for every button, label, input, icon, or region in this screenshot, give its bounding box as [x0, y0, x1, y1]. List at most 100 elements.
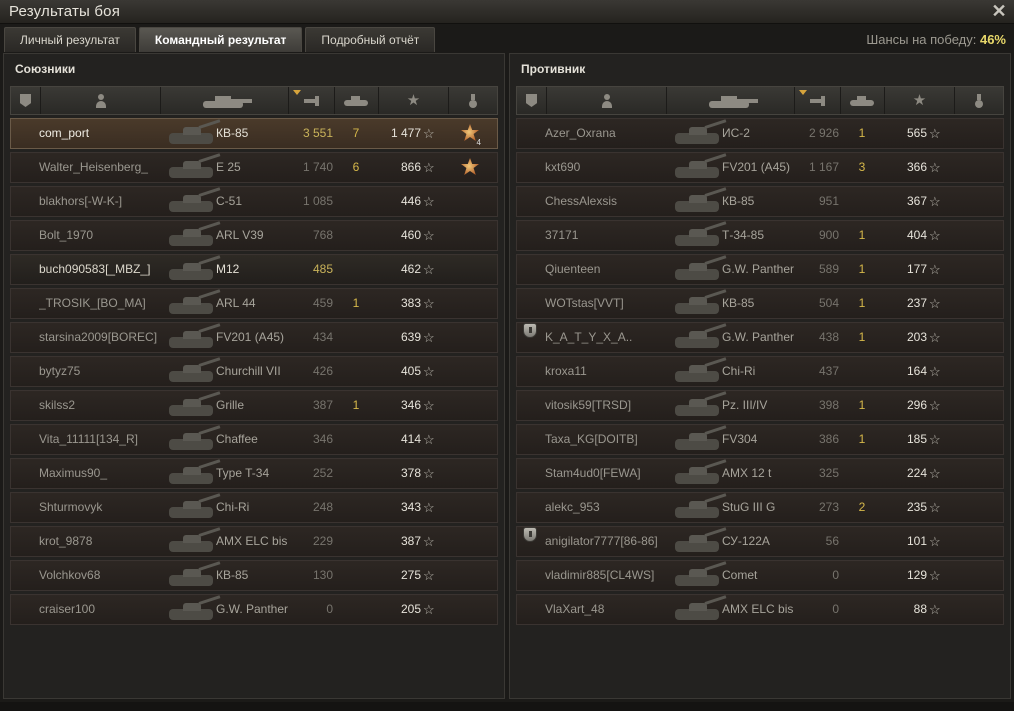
- player-name: anigilator7777[86-86]: [545, 534, 658, 548]
- damage-value: 130: [312, 568, 333, 582]
- win-chance: Шансы на победу: 46%: [866, 32, 1006, 47]
- sort-tank-column[interactable]: [161, 87, 289, 114]
- tab-detailed-report[interactable]: Подробный отчёт: [305, 27, 436, 52]
- player-row[interactable]: krot_9878 AMX ELC bis 229 387 ☆: [10, 526, 498, 557]
- player-name: Azer_Oxrana: [545, 126, 616, 140]
- tank-icon: [671, 153, 729, 181]
- player-row[interactable]: Maximus90_ Type T-34 252 378 ☆: [10, 458, 498, 489]
- xp-value: 460: [400, 228, 421, 242]
- sort-damage-column[interactable]: [289, 87, 335, 114]
- medal-icon[interactable]: 4: [459, 123, 481, 147]
- tank-icon: [671, 527, 729, 555]
- tank-icon: [165, 221, 223, 249]
- sort-tank-column[interactable]: [667, 87, 795, 114]
- medal-count: 4: [476, 138, 481, 147]
- player-row[interactable]: 37171 Т-34-85 900 1 404 ☆: [516, 220, 1004, 251]
- player-row[interactable]: vladimir885[CL4WS] Comet 0 129 ☆: [516, 560, 1004, 591]
- player-row[interactable]: anigilator7777[86-86] СУ-122А 56 101 ☆: [516, 526, 1004, 557]
- damage-value: 56: [825, 534, 839, 548]
- sort-player-column[interactable]: [41, 87, 161, 114]
- sort-player-column[interactable]: [547, 87, 667, 114]
- damage-value: 434: [312, 330, 333, 344]
- player-row[interactable]: _TROSIK_[BO_MA] ARL 44 459 1 383 ☆: [10, 288, 498, 319]
- player-row[interactable]: Bolt_1970 ARL V39 768 460 ☆: [10, 220, 498, 251]
- sort-medal-column[interactable]: [449, 87, 497, 114]
- tank-icon: [165, 289, 223, 317]
- player-row[interactable]: VlaXart_48 AMX ELC bis 0 88 ☆: [516, 594, 1004, 625]
- player-row[interactable]: Volchkov68 КВ-85 130 275 ☆: [10, 560, 498, 591]
- xp-star-icon: ☆: [423, 194, 435, 209]
- kills-value: 1: [352, 296, 360, 310]
- xp-value: 565: [906, 126, 927, 140]
- player-row[interactable]: Stam4ud0[FEWA] AMX 12 t 325 224 ☆: [516, 458, 1004, 489]
- damage-icon: [302, 95, 322, 107]
- sort-xp-column[interactable]: ★: [379, 87, 449, 114]
- kills-value: 7: [352, 126, 360, 140]
- tank-icon: [671, 595, 729, 623]
- sort-kills-column[interactable]: [841, 87, 885, 114]
- sort-kills-column[interactable]: [335, 87, 379, 114]
- xp-star-icon: ☆: [929, 534, 941, 549]
- player-row[interactable]: Azer_Oxrana ИС-2 2 926 1 565 ☆: [516, 118, 1004, 149]
- xp-value: 203: [906, 330, 927, 344]
- xp-value: 378: [400, 466, 421, 480]
- player-row[interactable]: Walter_Heisenberg_ E 25 1 740 6 866 ☆: [10, 152, 498, 183]
- bottom-bar: [0, 702, 1014, 711]
- player-row[interactable]: kxt690 FV201 (A45) 1 167 3 366 ☆: [516, 152, 1004, 183]
- player-row[interactable]: Shturmovyk Chi-Ri 248 343 ☆: [10, 492, 498, 523]
- tab-team-result[interactable]: Командный результат: [138, 27, 303, 52]
- player-row[interactable]: K_A_T_Y_X_A.. G.W. Panther 438 1 203 ☆: [516, 322, 1004, 353]
- xp-value: 383: [400, 296, 421, 310]
- xp-value: 296: [906, 398, 927, 412]
- player-row[interactable]: craiser100 G.W. Panther 0 205 ☆: [10, 594, 498, 625]
- xp-value: 346: [400, 398, 421, 412]
- title-bar: Результаты боя ✕: [0, 0, 1014, 24]
- player-row[interactable]: starsina2009[BOREC] FV201 (A45) 434 639 ☆: [10, 322, 498, 353]
- player-row[interactable]: Taxa_KG[DOITB] FV304 386 1 185 ☆: [516, 424, 1004, 455]
- damage-value: 346: [312, 432, 333, 446]
- player-row[interactable]: WOTstas[VVT] КВ-85 504 1 237 ☆: [516, 288, 1004, 319]
- xp-star-icon: ☆: [929, 398, 941, 413]
- tank-icon: [671, 425, 729, 453]
- medal-icon[interactable]: [459, 157, 481, 179]
- player-row[interactable]: Vita_11111[134_R] Chaffee 346 414 ☆: [10, 424, 498, 455]
- player-row[interactable]: com_port КВ-85 3 551 7 1 477 ☆ 4: [10, 118, 498, 149]
- player-row[interactable]: alekc_953 StuG III G 273 2 235 ☆: [516, 492, 1004, 523]
- medal-icon: [468, 93, 478, 108]
- player-row[interactable]: buch090583[_MBZ_] M12 485 462 ☆: [10, 254, 498, 285]
- player-name: com_port: [39, 126, 90, 140]
- player-name: 37171: [545, 228, 579, 242]
- xp-star-icon: ☆: [423, 228, 435, 243]
- xp-star-icon: ☆: [423, 534, 435, 549]
- damage-value: 398: [818, 398, 839, 412]
- player-name: WOTstas[VVT]: [545, 296, 624, 310]
- damage-value: 229: [312, 534, 333, 548]
- medal-icon: [974, 93, 984, 108]
- player-row[interactable]: vitosik59[TRSD] Pz. III/IV 398 1 296 ☆: [516, 390, 1004, 421]
- tab-personal-result[interactable]: Личный результат: [4, 27, 136, 52]
- sort-badge-column[interactable]: [11, 87, 41, 114]
- player-row[interactable]: Qiuenteen G.W. Panther 589 1 177 ☆: [516, 254, 1004, 285]
- tank-icon: [165, 119, 223, 147]
- damage-value: 426: [312, 364, 333, 378]
- damage-value: 0: [832, 568, 839, 582]
- tank-icon: [165, 255, 223, 283]
- xp-star-icon: ☆: [423, 466, 435, 481]
- sort-xp-column[interactable]: ★: [885, 87, 955, 114]
- sort-medal-column[interactable]: [955, 87, 1003, 114]
- player-name: ChessAlexsis: [545, 194, 618, 208]
- player-row[interactable]: skilss2 Grille 387 1 346 ☆: [10, 390, 498, 421]
- player-row[interactable]: ChessAlexsis КВ-85 951 367 ☆: [516, 186, 1004, 217]
- player-row[interactable]: kroxa11 Chi-Ri 437 164 ☆: [516, 356, 1004, 387]
- damage-value: 900: [818, 228, 839, 242]
- xp-star-icon: ☆: [929, 228, 941, 243]
- sort-badge-column[interactable]: [517, 87, 547, 114]
- player-row[interactable]: bytyz75 Churchill VII 426 405 ☆: [10, 356, 498, 387]
- kills-value: 6: [352, 160, 360, 174]
- close-icon[interactable]: ✕: [990, 1, 1008, 21]
- xp-star-icon: ☆: [929, 126, 941, 141]
- sort-damage-column[interactable]: [795, 87, 841, 114]
- badge-icon: [20, 94, 31, 107]
- tank-icon: [165, 595, 223, 623]
- player-row[interactable]: blakhors[-W-K-] C-51 1 085 446 ☆: [10, 186, 498, 217]
